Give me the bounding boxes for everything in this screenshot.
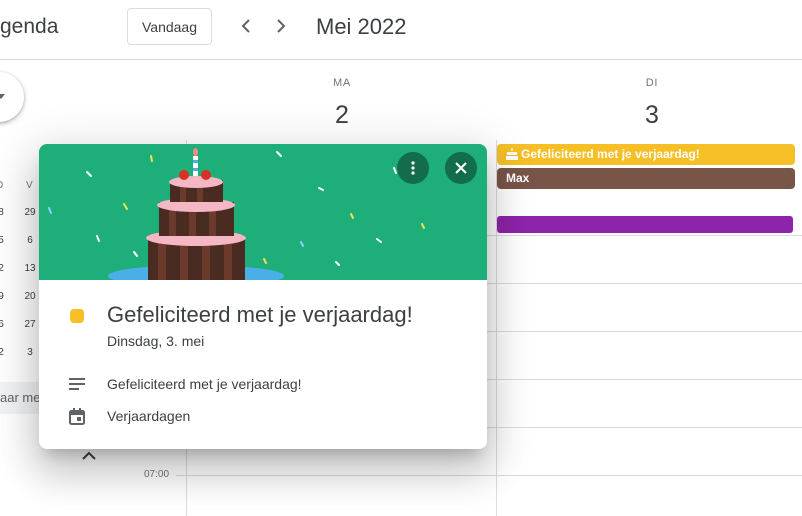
more-vert-icon	[411, 161, 415, 175]
calendar-icon	[69, 408, 85, 430]
mini-cal-day[interactable]: 3	[23, 347, 37, 358]
day-number-tue[interactable]: 3	[632, 101, 672, 130]
prev-period-button[interactable]	[235, 14, 259, 38]
chevron-right-icon	[277, 19, 286, 33]
mini-cal-day[interactable]: 27	[23, 319, 37, 330]
event-details-popup: Gefeliciteerd met je verjaardag! Dinsdag…	[39, 144, 487, 449]
app-title: genda	[0, 15, 59, 38]
mini-cal-day[interactable]: 13	[23, 263, 37, 274]
chevron-left-icon	[241, 19, 250, 33]
event-color-indicator	[70, 309, 84, 323]
event-calendar-name: Verjaardagen	[107, 408, 191, 424]
mini-cal-day[interactable]: 20	[23, 291, 37, 302]
mini-cal-weekday: D	[0, 180, 3, 191]
mini-cal-day[interactable]: 29	[23, 207, 37, 218]
cake-icon	[506, 148, 518, 160]
day-number-mon[interactable]: 2	[322, 101, 362, 130]
day-name-mon: MA	[332, 77, 352, 89]
grid-column-divider	[496, 140, 497, 516]
close-icon	[455, 162, 467, 174]
mini-cal-weekday: V	[26, 180, 33, 191]
mini-cal-day[interactable]: 6	[0, 319, 8, 330]
mini-cal-day[interactable]: 9	[0, 291, 8, 302]
birthday-event-chip[interactable]: Gefeliciteerd met je verjaardag!	[497, 144, 795, 165]
mini-cal-day[interactable]: 5	[0, 235, 8, 246]
next-period-button[interactable]	[268, 14, 292, 38]
time-label: 07:00	[144, 469, 170, 480]
day-name-tue: DI	[645, 77, 659, 89]
header-divider	[0, 59, 802, 60]
close-popup-button[interactable]	[445, 152, 477, 184]
max-event-chip[interactable]: Max	[497, 168, 795, 189]
notes-icon	[69, 377, 85, 395]
today-button[interactable]: Vandaag	[127, 8, 212, 45]
purple-event-chip[interactable]	[497, 216, 793, 233]
mini-cal-day[interactable]: 8	[0, 207, 8, 218]
chevron-up-icon	[82, 451, 96, 460]
mini-cal-day[interactable]: 2	[0, 347, 8, 358]
hour-line	[176, 475, 802, 476]
event-date: Dinsdag, 3. mei	[107, 333, 205, 349]
more-options-button[interactable]	[397, 152, 429, 184]
caret-down-icon	[0, 94, 5, 99]
event-title: Gefeliciteerd met je verjaardag!	[107, 302, 413, 327]
mini-cal-day[interactable]: 6	[23, 235, 37, 246]
collapse-button[interactable]	[82, 448, 96, 466]
current-month-label: Mei 2022	[316, 14, 407, 39]
event-description: Gefeliciteerd met je verjaardag!	[107, 376, 302, 392]
mini-cal-day[interactable]: 2	[0, 263, 8, 274]
birthday-event-label: Gefeliciteerd met je verjaardag!	[521, 147, 700, 161]
max-event-label: Max	[506, 171, 530, 185]
